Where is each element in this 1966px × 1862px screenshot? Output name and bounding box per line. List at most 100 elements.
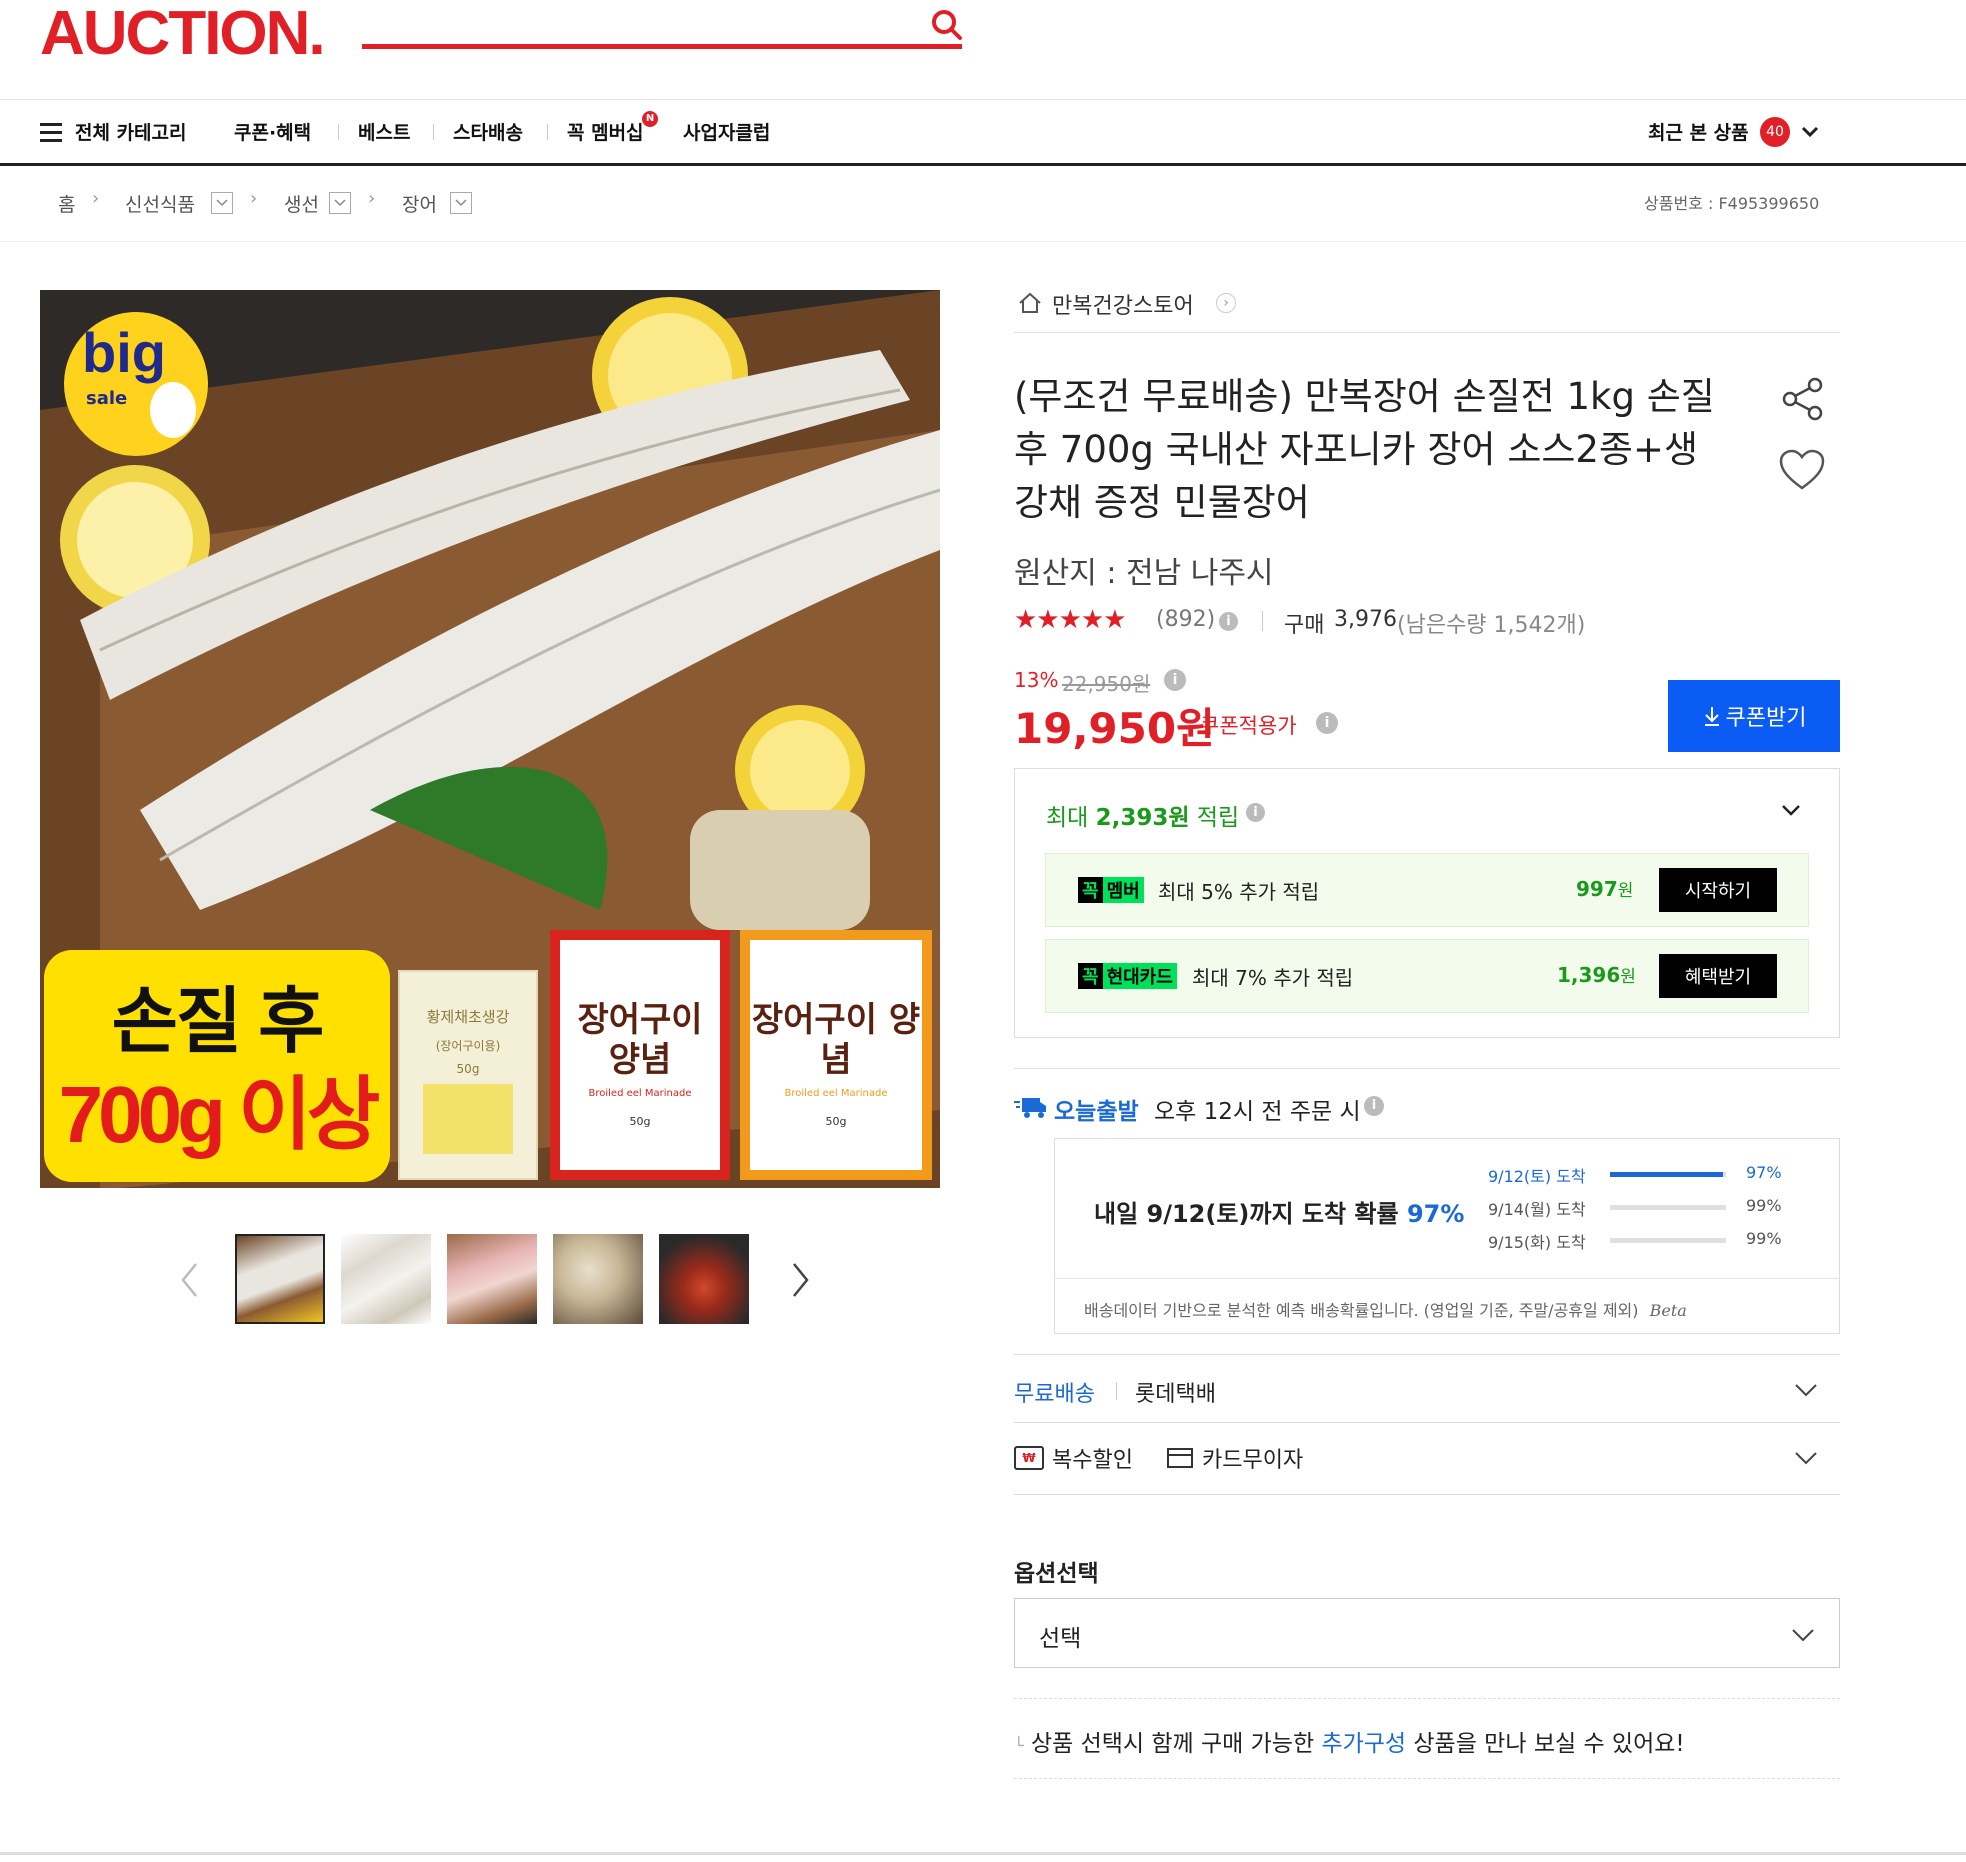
nav-business-club[interactable]: 사업자클럽 <box>683 118 770 145</box>
recent-count-badge: 40 <box>1760 117 1790 147</box>
info-icon[interactable]: i <box>1164 669 1186 691</box>
purchase-count: 3,976 <box>1334 607 1397 632</box>
sauce-pack-orange: 장어구이 양념 Broiled eel Marinade 50g <box>740 930 932 1180</box>
search-input[interactable] <box>362 44 962 49</box>
thumbnail-next-icon[interactable] <box>790 1262 810 1298</box>
add-on-link[interactable]: 추가구성 <box>1321 1731 1406 1757</box>
menu-icon[interactable] <box>40 121 62 143</box>
store-home-icon <box>1019 292 1041 313</box>
sale-price: 19,950원 <box>1014 704 1215 753</box>
nav-best[interactable]: 베스트 <box>358 118 410 145</box>
sauce-pack-red: 장어구이 양념 Broiled eel Marinade 50g <box>550 930 730 1180</box>
probability-bar <box>1610 1172 1726 1177</box>
coupon-price-note: 쿠폰적용가 <box>1200 714 1297 738</box>
add-on-info: └ 상품 선택시 함께 구매 가능한 추가구성 상품을 만나 보실 수 있어요! <box>1014 1731 1685 1757</box>
chevron-down-icon[interactable] <box>1800 124 1820 140</box>
option-select[interactable]: 선택 <box>1014 1598 1840 1668</box>
nav-star-delivery[interactable]: 스타배송 <box>453 118 523 145</box>
delivery-pct: 97% <box>1746 1163 1782 1182</box>
membership-amount: 997원 <box>1576 877 1634 901</box>
chevron-right-icon: › <box>368 188 376 209</box>
delivery-pct: 99% <box>1746 1229 1782 1248</box>
chevron-down-icon[interactable] <box>450 192 472 214</box>
thumbnail-2[interactable] <box>341 1234 431 1324</box>
chevron-down-icon <box>1792 1629 1814 1642</box>
delivery-date: 9/15(화) 도착 <box>1488 1233 1586 1252</box>
divider <box>1014 1422 1840 1423</box>
info-icon[interactable]: i <box>1316 712 1338 734</box>
chevron-right-icon: › <box>250 188 258 209</box>
divider <box>1014 1354 1840 1355</box>
origin: 원산지 : 전남 나주시 <box>1014 556 1274 591</box>
discount-rate: 13% <box>1014 668 1059 692</box>
chevron-down-icon[interactable] <box>211 192 233 214</box>
page-bottom-divider <box>0 1852 1966 1855</box>
breadcrumb-eel[interactable]: 장어 <box>402 190 437 217</box>
truck-icon <box>1014 1098 1046 1118</box>
today-shipping: 오늘출발 <box>1054 1099 1139 1125</box>
thumbnail-5[interactable] <box>659 1234 749 1324</box>
divider <box>1014 1698 1840 1699</box>
info-icon[interactable]: i <box>1246 803 1265 822</box>
card-amount: 1,396원 <box>1557 963 1636 987</box>
card-badge: 꼭 현대카드 <box>1078 963 1177 989</box>
breadcrumb: 홈 › 신선식품 › 생선 › 장어 상품번호 : F495399650 <box>0 166 1966 242</box>
chevron-right-icon: › <box>92 188 100 209</box>
chevron-down-icon[interactable] <box>1794 1382 1818 1398</box>
auction-logo[interactable]: AUCTION. <box>40 0 326 69</box>
thumbnail-prev-icon[interactable] <box>180 1262 200 1298</box>
download-icon <box>1704 707 1719 726</box>
product-title: (무조건 무료배송) 만복장어 손질전 1kg 손질 후 700g 국내산 자포… <box>1014 375 1715 524</box>
nav-divider <box>433 124 434 140</box>
nav-divider <box>547 124 548 140</box>
share-icon[interactable] <box>1780 376 1826 422</box>
ginger-pack: 황제채초생강 (장어구이용) 50g <box>398 970 538 1180</box>
breadcrumb-fish[interactable]: 생선 <box>284 190 319 217</box>
search-icon[interactable] <box>930 8 964 42</box>
divider <box>1014 1068 1840 1069</box>
delivery-pct: 99% <box>1746 1196 1782 1215</box>
membership-text: 최대 5% 추가 적립 <box>1158 880 1320 904</box>
membership-badge: 꼭 멤버 <box>1078 877 1144 903</box>
start-membership-button[interactable]: 시작하기 <box>1659 868 1777 912</box>
thumbnail-4[interactable] <box>553 1234 643 1324</box>
divider <box>1116 1382 1117 1400</box>
review-count[interactable]: (892) <box>1156 607 1215 632</box>
store-name[interactable]: 만복건강스토어 <box>1052 288 1194 320</box>
product-number: 상품번호 : F495399650 <box>1644 194 1820 213</box>
delivery-date: 9/12(토) 도착 <box>1488 1167 1586 1186</box>
remaining-quantity: (남은수량 1,542개) <box>1397 613 1586 638</box>
card-icon <box>1167 1448 1193 1468</box>
divider <box>1262 611 1263 631</box>
nav-all-categories[interactable]: 전체 카테고리 <box>75 118 187 145</box>
options-title: 옵션선택 <box>1014 1561 1099 1587</box>
product-main-image[interactable]: big sale 손질 후 700g 이상 황제채초생강 (장어구이용) 50g… <box>40 290 940 1188</box>
divider <box>1014 1778 1840 1779</box>
info-icon[interactable]: i <box>1219 612 1238 631</box>
coupon-download-button[interactable]: 쿠폰받기 <box>1668 680 1840 752</box>
delivery-note: 배송데이터 기반으로 분석한 예측 배송확률입니다. (영업일 기준, 주말/공… <box>1084 1301 1687 1320</box>
thumbnail-1[interactable] <box>235 1234 325 1324</box>
probability-bar <box>1610 1238 1726 1243</box>
nav-coupon[interactable]: 쿠폰·혜택 <box>234 118 311 145</box>
new-badge: N <box>642 111 658 127</box>
chevron-down-icon[interactable] <box>329 192 351 214</box>
nav-membership[interactable]: 꼭 멤버십 <box>567 118 644 145</box>
chevron-right-icon[interactable]: › <box>1216 293 1236 313</box>
heart-icon[interactable] <box>1778 448 1826 492</box>
chevron-down-icon[interactable] <box>1794 1450 1818 1466</box>
recent-products[interactable]: 최근 본 상품 <box>1648 118 1749 145</box>
get-benefit-button[interactable]: 혜택받기 <box>1659 954 1777 998</box>
breadcrumb-fresh-food[interactable]: 신선식품 <box>125 190 195 217</box>
divider <box>1014 1494 1840 1495</box>
divider <box>1014 332 1840 333</box>
thumbnail-3[interactable] <box>447 1234 537 1324</box>
breadcrumb-home[interactable]: 홈 <box>58 190 75 217</box>
probability-bar <box>1610 1205 1726 1210</box>
rating-stars: ★★★★★ <box>1014 605 1127 635</box>
info-icon[interactable]: i <box>1364 1096 1384 1116</box>
carrier: 롯데택배 <box>1135 1382 1216 1407</box>
chevron-down-icon[interactable] <box>1780 802 1802 818</box>
shipping-condition: 오후 12시 전 주문 시 <box>1154 1099 1361 1125</box>
purchase-label: 구매 <box>1284 613 1325 638</box>
